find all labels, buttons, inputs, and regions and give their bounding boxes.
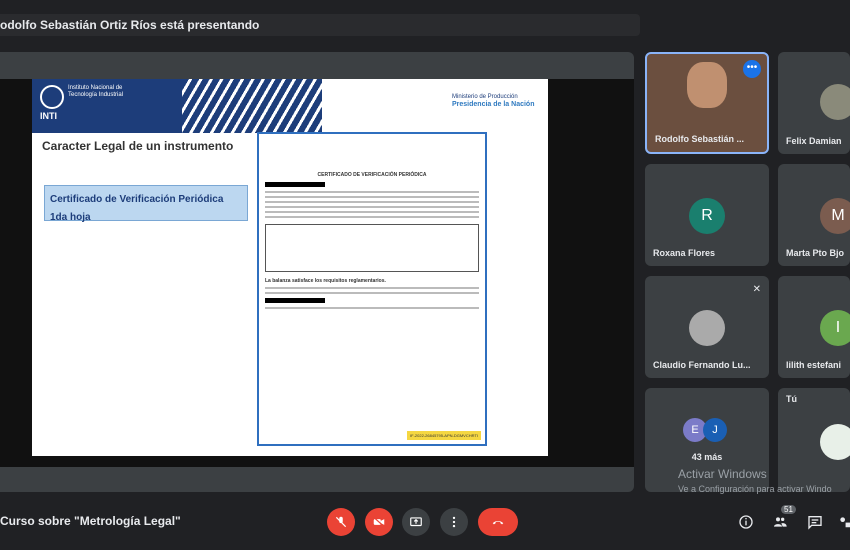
gov-big: Presidencia de la Nación bbox=[452, 101, 535, 108]
participant-tile-lilith[interactable]: I lilith estefani bbox=[778, 276, 850, 378]
doc-line bbox=[265, 191, 479, 193]
presented-slide: Instituto Nacional de Tecnología Industr… bbox=[32, 79, 548, 456]
redaction bbox=[265, 182, 325, 187]
camera-off-icon bbox=[373, 516, 385, 528]
more-options-icon[interactable]: ••• bbox=[743, 60, 761, 78]
participant-tile-roxana[interactable]: R Roxana Flores bbox=[645, 164, 769, 266]
doc-redacted bbox=[265, 182, 479, 188]
cert-box: Certificado de Verificación Periódica 1d… bbox=[44, 185, 248, 223]
presenting-banner: odolfo Sebastián Ortiz Ríos está present… bbox=[0, 14, 640, 36]
participants-button[interactable]: 51 bbox=[771, 505, 796, 531]
watermark-line1: Activar Windows bbox=[678, 467, 767, 481]
chat-button[interactable] bbox=[806, 513, 824, 531]
participant-name: Roxana Flores bbox=[653, 248, 716, 258]
doc-line bbox=[265, 206, 479, 208]
doc-title: CERTIFICADO DE VERIFICACIÓN PERIÓDICA bbox=[317, 172, 427, 178]
gov-logo: Ministerio de Producción Presidencia de … bbox=[452, 93, 542, 109]
participant-name: Claudio Fernando Lu... bbox=[653, 360, 751, 370]
participant-tile-felix[interactable]: Felix Damian bbox=[778, 52, 850, 154]
doc-balance: La balanza satisface los requisitos regl… bbox=[265, 278, 386, 284]
present-button[interactable] bbox=[402, 508, 430, 536]
doc-line bbox=[265, 216, 479, 218]
doc-table bbox=[265, 224, 479, 272]
activities-button[interactable] bbox=[836, 513, 850, 531]
meeting-name: Curso sobre "Metrología Legal" bbox=[0, 514, 181, 528]
watermark-line2: Ve a Configuración para activar Windo bbox=[678, 484, 832, 494]
mic-off-icon: ✕ bbox=[752, 284, 761, 295]
shapes-icon bbox=[840, 517, 850, 528]
doc-line bbox=[265, 211, 479, 213]
slide-letterbox-bottom bbox=[0, 456, 634, 467]
participant-tile-claudio[interactable]: ✕ Claudio Fernando Lu... bbox=[645, 276, 769, 378]
avatar bbox=[820, 84, 850, 120]
doc-line bbox=[265, 287, 479, 289]
doc-line bbox=[265, 196, 479, 198]
avatar: M bbox=[820, 198, 850, 234]
cert-line-1: Certificado de Verificación Periódica bbox=[50, 194, 224, 205]
participant-name: Felix Damian bbox=[786, 136, 842, 146]
info-icon bbox=[739, 515, 753, 529]
mic-off-icon bbox=[335, 516, 347, 528]
avatar bbox=[689, 310, 725, 346]
participant-tile-rodolfo[interactable]: ••• Rodolfo Sebastián ... bbox=[645, 52, 769, 154]
slide-letterbox-left bbox=[0, 79, 32, 467]
avatar bbox=[820, 424, 850, 460]
doc-redacted bbox=[265, 298, 479, 304]
participant-count-badge: 51 bbox=[781, 505, 796, 514]
inti-name: Instituto Nacional de Tecnología Industr… bbox=[68, 85, 124, 98]
slide-title: Caracter Legal de un instrumento bbox=[42, 139, 234, 153]
hang-up-icon bbox=[492, 520, 504, 525]
participant-video bbox=[687, 62, 727, 108]
bottom-bar: Curso sobre "Metrología Legal" 51 bbox=[0, 495, 850, 550]
slide-letterbox-right bbox=[548, 79, 634, 467]
more-count: 43 más bbox=[691, 452, 723, 462]
avatar: I bbox=[820, 310, 850, 346]
inti-brand: INTI bbox=[40, 111, 57, 121]
doc-line bbox=[265, 292, 479, 294]
gov-small: Ministerio de Producción bbox=[452, 94, 518, 100]
slide-header-stripe bbox=[182, 79, 322, 133]
participant-name: Rodolfo Sebastián ... bbox=[655, 134, 745, 144]
participant-name: Marta Pto Bjo bbox=[786, 248, 845, 258]
avatar: J bbox=[703, 418, 727, 442]
self-label: Tú bbox=[786, 394, 797, 404]
chat-icon bbox=[808, 516, 822, 530]
top-bar: odolfo Sebastián Ortiz Ríos está present… bbox=[0, 0, 850, 50]
info-button[interactable] bbox=[737, 513, 755, 531]
doc-tag: IF-2022-26845795-APN-DGMVCHRTI bbox=[407, 431, 481, 440]
cert-line-2: 1da hoja bbox=[50, 212, 91, 223]
more-options-button[interactable] bbox=[440, 508, 468, 536]
doc-line bbox=[265, 201, 479, 203]
people-icon bbox=[774, 517, 787, 527]
participant-name: lilith estefani bbox=[786, 360, 842, 370]
doc-line bbox=[265, 307, 479, 309]
mic-button[interactable] bbox=[327, 508, 355, 536]
redaction bbox=[265, 298, 325, 303]
certificate-document: CERTIFICADO DE VERIFICACIÓN PERIÓDICA La… bbox=[257, 132, 487, 446]
present-screen-icon bbox=[410, 517, 422, 527]
windows-watermark: Activar Windows Ve a Configuración para … bbox=[678, 467, 832, 494]
camera-button[interactable] bbox=[365, 508, 393, 536]
more-vert-icon bbox=[452, 516, 456, 528]
participant-tile-marta[interactable]: M Marta Pto Bjo bbox=[778, 164, 850, 266]
avatar: R bbox=[689, 198, 725, 234]
inti-logo-icon bbox=[40, 85, 64, 109]
end-call-button[interactable] bbox=[478, 508, 518, 536]
